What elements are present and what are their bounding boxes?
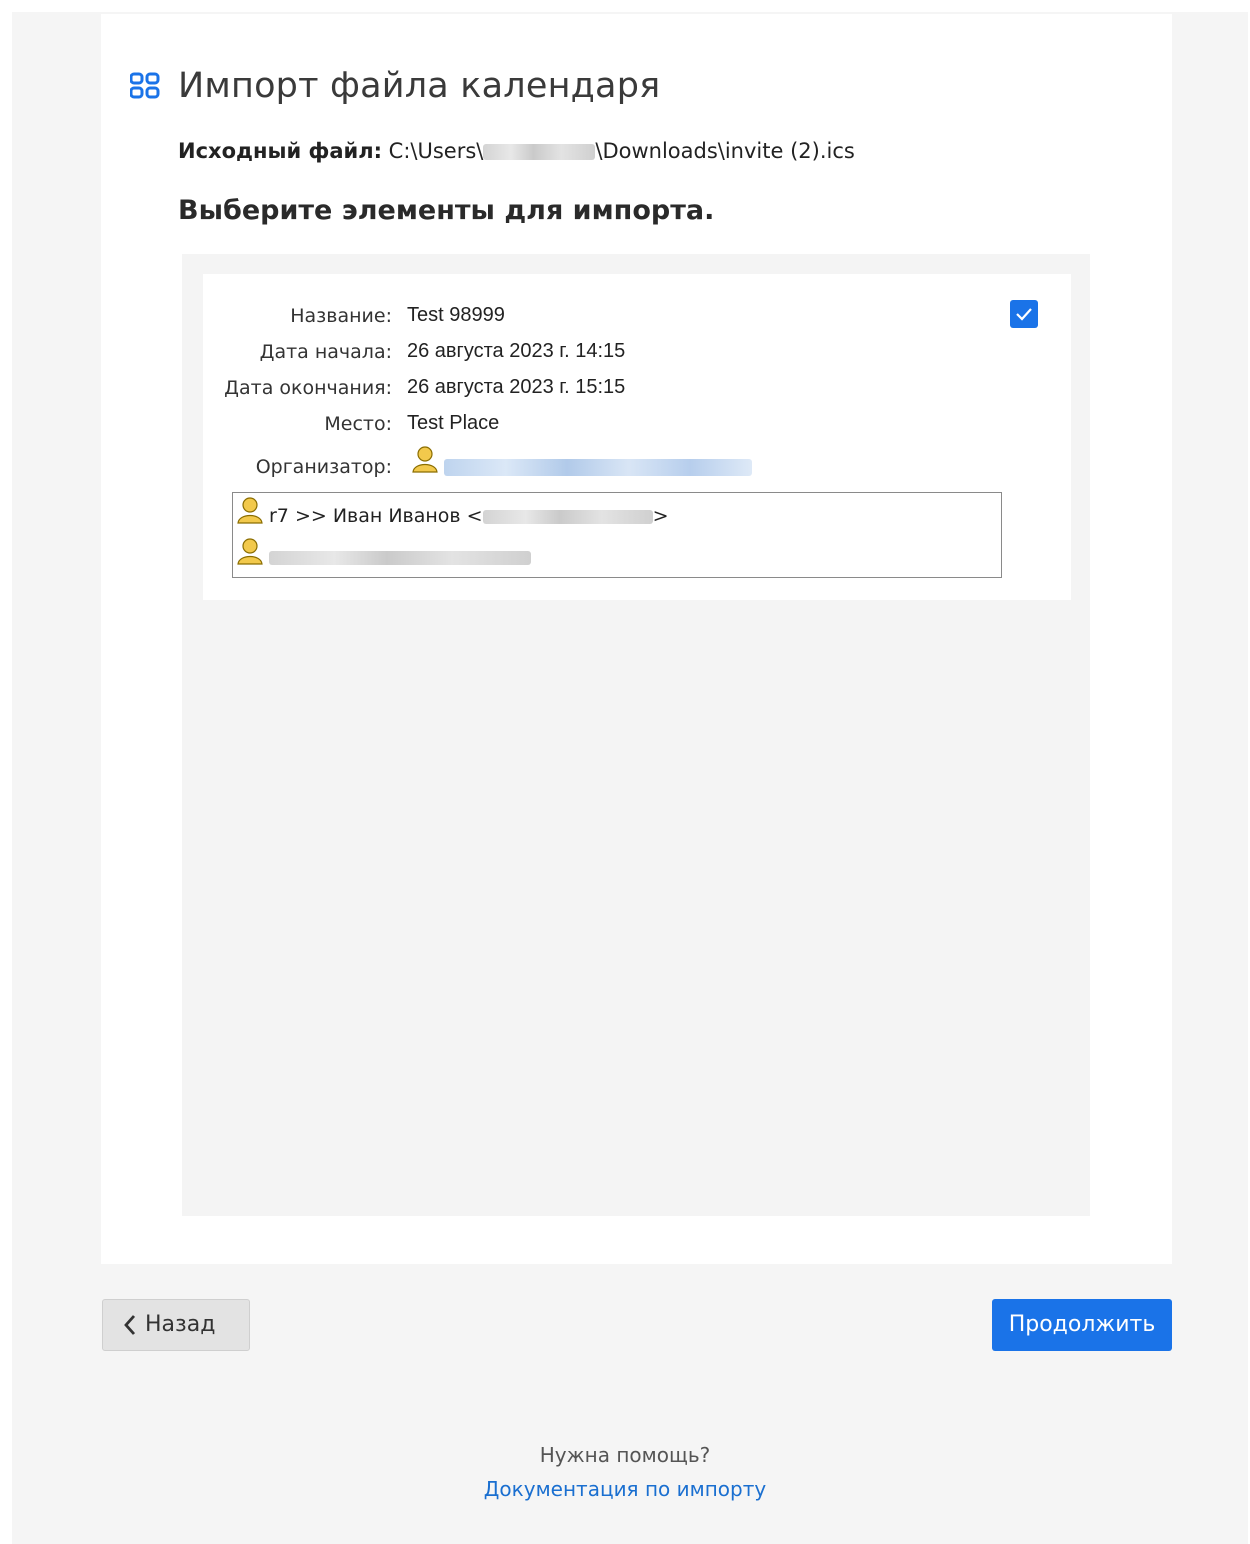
- attendee-item: [269, 551, 531, 565]
- back-button[interactable]: Назад: [102, 1299, 250, 1351]
- help-text: Нужна помощь?: [539, 1443, 711, 1467]
- source-file-row: Исходный файл: C:\Users\ \Downloads\invit…: [178, 139, 855, 163]
- continue-button[interactable]: Продолжить: [992, 1299, 1172, 1351]
- start-value: 26 августа 2023 г. 14:15: [407, 340, 626, 362]
- import-item-checkbox[interactable]: [1010, 300, 1038, 328]
- attendee-item: r7 >> Иван Иванов < >: [269, 505, 669, 527]
- checkmark-icon: [1016, 308, 1032, 321]
- start-label: Дата начала:: [259, 341, 392, 363]
- chevron-left-icon: [124, 1315, 136, 1335]
- source-path-prefix: C:\Users\: [388, 139, 484, 163]
- title-value: Test 98999: [407, 304, 505, 326]
- page-title: Импорт файла календаря: [178, 66, 661, 106]
- select-items-heading: Выберите элементы для импорта.: [178, 195, 715, 226]
- title-label: Название:: [290, 305, 392, 327]
- redacted-email: [482, 509, 653, 524]
- person-icon: [412, 446, 438, 473]
- place-label: Место:: [324, 413, 392, 435]
- redacted-username: [483, 144, 596, 160]
- attendee-name-suffix: >: [652, 505, 669, 527]
- person-icon: [237, 538, 263, 565]
- attendee-name: r7 >> Иван Иванов <: [269, 505, 483, 527]
- organizer-link[interactable]: [444, 459, 752, 476]
- end-label: Дата окончания:: [224, 377, 392, 399]
- source-file-label: Исходный файл:: [178, 139, 382, 163]
- back-button-label: Назад: [145, 1312, 216, 1337]
- person-icon: [237, 497, 263, 524]
- place-value: Test Place: [407, 412, 500, 434]
- attendees-list[interactable]: r7 >> Иван Иванов < >: [232, 492, 1002, 578]
- end-value: 26 августа 2023 г. 15:15: [407, 376, 626, 398]
- import-docs-link[interactable]: Документация по импорту: [0, 1477, 1250, 1501]
- grid-icon: [130, 72, 160, 99]
- organizer-label: Организатор:: [255, 456, 392, 478]
- source-path-suffix: \Downloads\invite (2).ics: [595, 139, 855, 163]
